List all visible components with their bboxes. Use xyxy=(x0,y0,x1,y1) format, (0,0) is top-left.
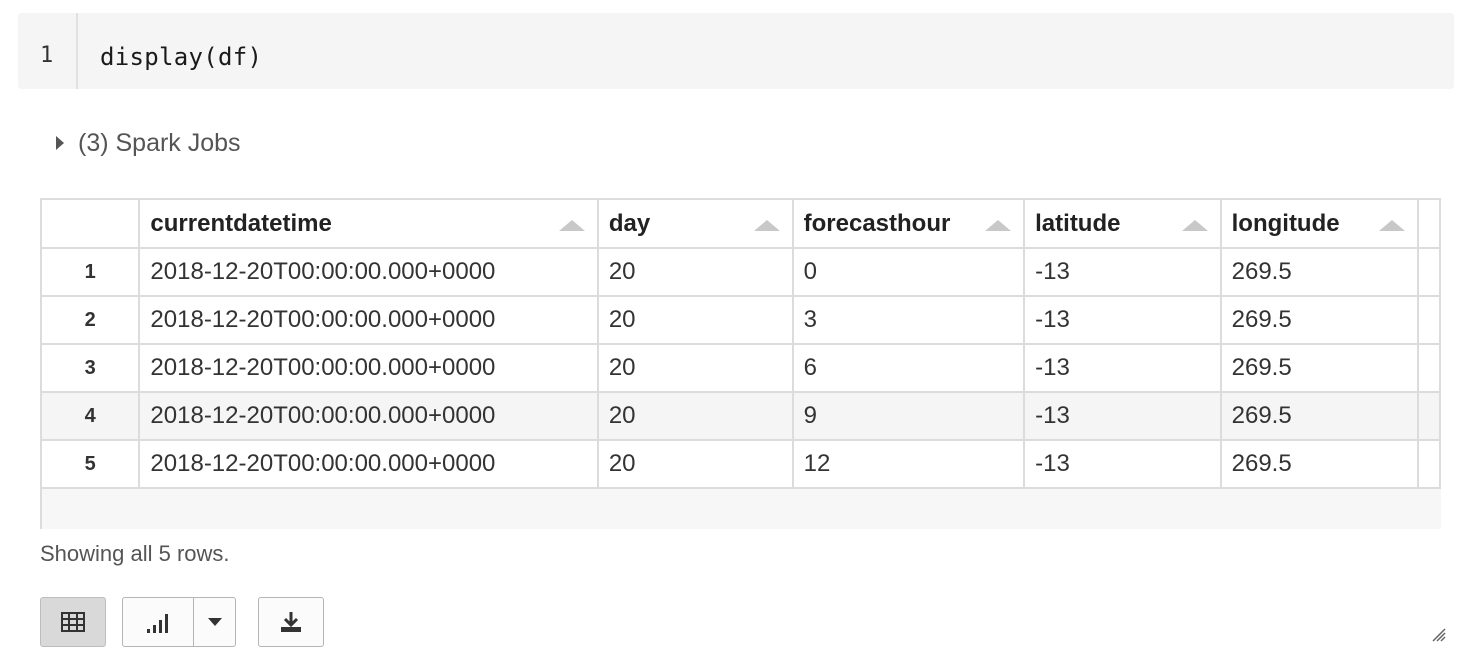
column-header-label: currentdatetime xyxy=(150,209,332,237)
table-cell: 269.5 xyxy=(1220,440,1420,489)
column-header[interactable]: latitude xyxy=(1024,200,1222,249)
sort-ascending-icon[interactable] xyxy=(1379,220,1405,231)
table-row: 3 2018-12-20T00:00:00.000+0000 20 6 -13 269.5 xyxy=(42,344,1441,393)
table-cell-overflow xyxy=(1418,296,1441,345)
table-cell: 20 xyxy=(597,248,794,297)
table-cell: 2018-12-20T00:00:00.000+0000 xyxy=(139,344,599,393)
index-header xyxy=(42,200,141,249)
sort-ascending-icon[interactable] xyxy=(753,220,780,231)
sort-ascending-icon[interactable] xyxy=(985,220,1012,231)
table-cell-overflow xyxy=(1418,392,1441,441)
bar-chart-icon xyxy=(147,614,168,633)
spark-jobs-label: (3) Spark Jobs xyxy=(78,128,241,157)
code-editor-text[interactable]: display(df) xyxy=(100,43,262,71)
download-icon xyxy=(281,612,301,632)
table-footer xyxy=(42,499,1441,529)
chevron-down-icon xyxy=(207,618,222,626)
spark-jobs-toggle[interactable]: (3) Spark Jobs xyxy=(56,128,241,158)
table-cell: 3 xyxy=(792,296,1026,345)
row-index: 4 xyxy=(42,392,141,441)
table-row: 5 2018-12-20T00:00:00.000+0000 20 12 -13 269.… xyxy=(42,440,1441,489)
column-header[interactable]: forecasthour xyxy=(792,200,1026,249)
table-cell: -13 xyxy=(1024,440,1222,489)
table-cell: -13 xyxy=(1024,344,1222,393)
code-cell[interactable]: 1 display(df) xyxy=(18,13,1454,89)
table-cell: -13 xyxy=(1024,296,1222,345)
table-cell: 269.5 xyxy=(1220,248,1420,297)
column-header-label: day xyxy=(608,209,651,237)
table-row: 1 2018-12-20T00:00:00.000+0000 20 0 -13 269.5 xyxy=(42,248,1441,297)
table-cell: 12 xyxy=(792,440,1026,489)
row-index: 1 xyxy=(42,248,141,297)
column-header-label: latitude xyxy=(1035,209,1121,237)
table-cell: 2018-12-20T00:00:00.000+0000 xyxy=(139,296,599,345)
table-row: 4 2018-12-20T00:00:00.000+0000 20 9 -13 269.5 xyxy=(42,392,1441,441)
table-cell-overflow xyxy=(1418,248,1441,297)
table-cell-overflow xyxy=(1418,344,1441,393)
data-table: currentdatetime day forecasthour latitud… xyxy=(42,200,1441,489)
table-cell-overflow xyxy=(1418,440,1441,489)
table-icon xyxy=(61,612,85,632)
table-cell: 269.5 xyxy=(1220,392,1420,441)
column-header[interactable]: longitude xyxy=(1220,200,1420,249)
chart-view-button[interactable] xyxy=(123,598,194,646)
table-cell: 20 xyxy=(597,344,794,393)
table-cell: 20 xyxy=(597,296,794,345)
column-header[interactable]: day xyxy=(597,200,794,249)
results-table: currentdatetime day forecasthour latitud… xyxy=(40,198,1441,529)
resize-handle-icon[interactable] xyxy=(1432,628,1446,642)
sort-ascending-icon[interactable] xyxy=(558,220,585,231)
line-number: 1 xyxy=(40,43,54,68)
caret-right-icon xyxy=(56,136,64,150)
table-row: 2 2018-12-20T00:00:00.000+0000 20 3 -13 269.5 xyxy=(42,296,1441,345)
row-index: 5 xyxy=(42,440,141,489)
sort-ascending-icon[interactable] xyxy=(1181,220,1208,231)
chart-type-dropdown[interactable] xyxy=(194,598,235,646)
table-cell: 2018-12-20T00:00:00.000+0000 xyxy=(139,248,599,297)
row-count-status: Showing all 5 rows. xyxy=(40,541,230,566)
table-cell: 269.5 xyxy=(1220,344,1420,393)
column-header[interactable]: currentdatetime xyxy=(139,200,599,249)
table-cell: -13 xyxy=(1024,392,1222,441)
table-cell: 20 xyxy=(597,440,794,489)
download-button[interactable] xyxy=(258,597,324,647)
table-cell: 0 xyxy=(792,248,1026,297)
column-header-label: longitude xyxy=(1231,209,1340,237)
chart-button-group xyxy=(122,597,236,647)
table-cell: 9 xyxy=(792,392,1026,441)
column-header-label: forecasthour xyxy=(803,209,951,237)
row-index: 3 xyxy=(42,344,141,393)
row-index: 2 xyxy=(42,296,141,345)
column-header-overflow xyxy=(1418,200,1441,249)
line-gutter: 1 xyxy=(18,13,78,89)
table-cell: 269.5 xyxy=(1220,296,1420,345)
table-cell: 20 xyxy=(597,392,794,441)
table-cell: -13 xyxy=(1024,248,1222,297)
table-cell: 2018-12-20T00:00:00.000+0000 xyxy=(139,440,599,489)
table-cell: 6 xyxy=(792,344,1026,393)
table-cell: 2018-12-20T00:00:00.000+0000 xyxy=(139,392,599,441)
table-view-button[interactable] xyxy=(40,597,106,647)
table-header-row: currentdatetime day forecasthour latitud… xyxy=(42,200,1441,249)
